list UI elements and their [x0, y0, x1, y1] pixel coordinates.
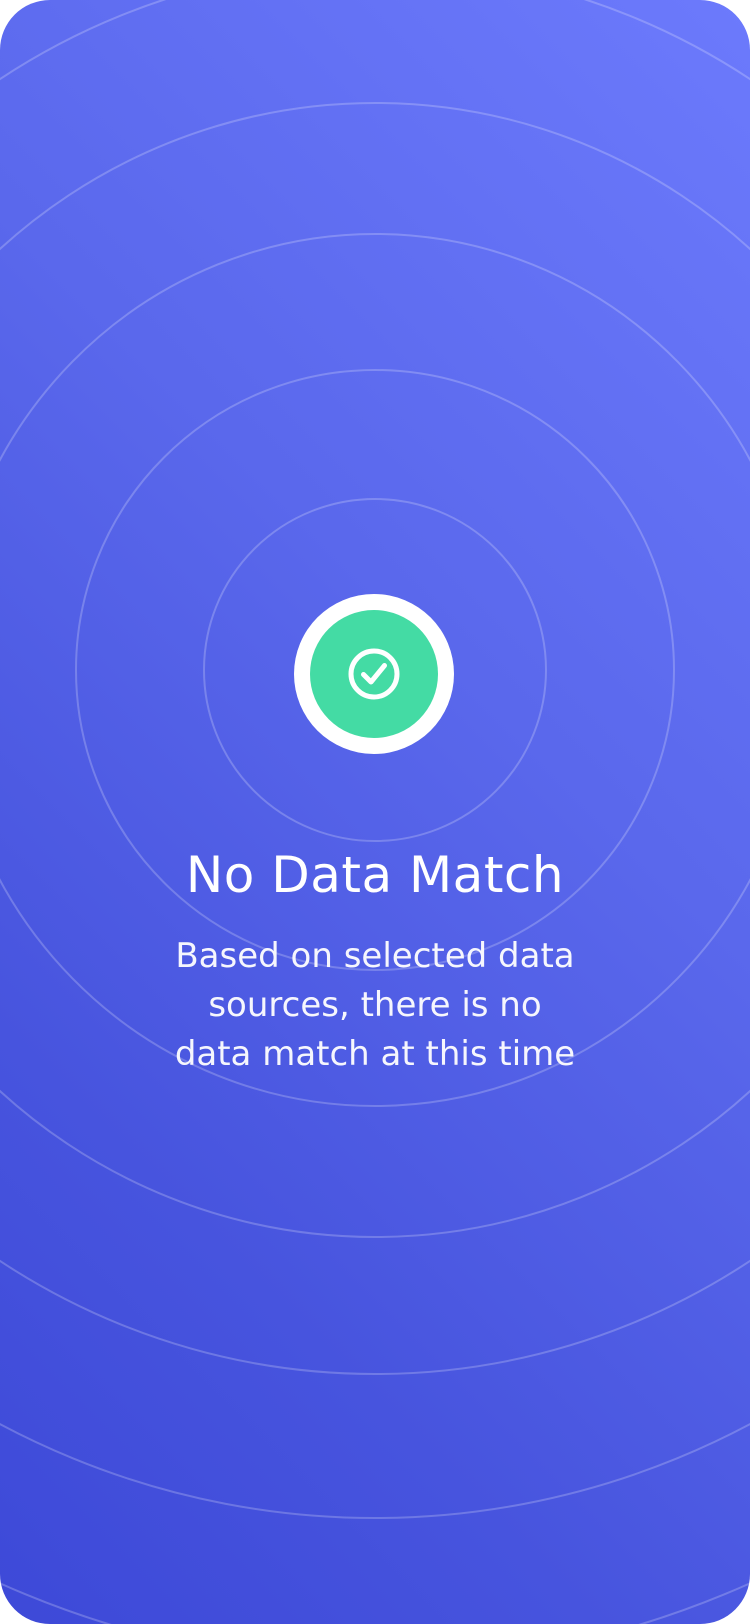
success-badge: [294, 594, 454, 754]
empty-state-title: No Data Match: [185, 846, 565, 904]
check-circle-icon: [348, 648, 400, 700]
radar-ring: [0, 1422, 750, 1519]
empty-state-message: Based on selected data sources, there is…: [174, 936, 576, 1074]
success-badge-fill: [310, 610, 438, 738]
empty-state-screen: No Data Match Based on selected data sou…: [0, 0, 750, 1624]
radar-rings-decoration: [0, 0, 750, 1624]
